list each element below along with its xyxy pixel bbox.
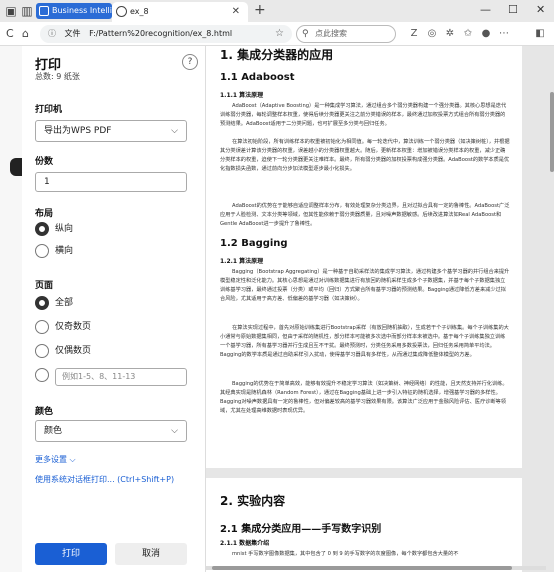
color-select[interactable]: 颜色 ⌵ <box>35 420 187 442</box>
pages-even-radio[interactable]: 仅偶数页 <box>35 344 91 360</box>
layout-portrait-radio[interactable]: 纵向 <box>35 222 73 238</box>
pages-odd-label: 仅奇数页 <box>55 322 92 332</box>
app-menu-icon[interactable]: ▣ <box>4 4 18 18</box>
browser-toolbar: C ⌂ ⓘ 文件 F:/Pattern%20recognition/ex_8.h… <box>0 22 554 46</box>
doc-section-adaboost: 1.1 Adaboost <box>220 72 295 83</box>
chevron-down-icon: ⌵ <box>171 426 178 436</box>
file-info-icon: ⓘ <box>48 29 56 38</box>
radio-dot <box>35 222 49 236</box>
close-tab-icon[interactable]: ✕ <box>232 2 240 22</box>
home-icon[interactable]: ⌂ <box>22 27 29 40</box>
doc-paragraph: mnist 手写数字图像数据集，其中包含了 0 到 9 的手写数字的灰度图像，每… <box>232 551 459 557</box>
tab-actions-icon[interactable]: ▥ <box>20 4 34 18</box>
doc-subsection: 1.2.1 算法原理 <box>220 258 264 265</box>
pages-range-input[interactable]: 例如1-5、8、11-13 <box>55 368 187 386</box>
printer-select[interactable]: 导出为WPS PDF ⌵ <box>35 120 187 142</box>
maximize-button[interactable]: ☐ <box>508 3 518 16</box>
doc-paragraph: 在算法实现过程中，首先对原始训练集进行Bootstrap采样（有放回随机抽取），… <box>220 325 509 358</box>
globe-icon <box>116 6 127 17</box>
cancel-button[interactable]: 取消 <box>115 543 187 565</box>
doc-heading-1: 1. 集成分类器的应用 <box>220 48 334 62</box>
extension-icon[interactable]: ◎ <box>426 28 438 40</box>
favorite-star-icon[interactable]: ☆ <box>275 25 284 43</box>
doc-paragraph: Bagging的优势在于简单高效，能够有效提升不稳定学习算法（如决策树、神经网络… <box>220 381 508 414</box>
tab-business-intelligence[interactable]: Business Intelligence <box>36 3 112 19</box>
favorites-icon[interactable]: ✩ <box>462 28 474 40</box>
profile-icon[interactable]: ● <box>480 28 492 40</box>
pages-custom-radio[interactable]: 例如1-5、8、11-13 <box>35 368 187 386</box>
puzzle-icon[interactable]: ✲ <box>444 28 456 40</box>
layout-landscape-radio[interactable]: 横向 <box>35 244 73 260</box>
vertical-scrollbar[interactable] <box>550 50 554 564</box>
more-menu-icon[interactable]: ⋯ <box>498 28 510 40</box>
background-page-edge <box>0 46 22 572</box>
layout-landscape-label: 横向 <box>55 246 74 256</box>
tab-bi-label: Business Intelligence <box>52 6 112 15</box>
tab-ex8-label: ex_8 <box>130 7 149 16</box>
new-tab-button[interactable]: + <box>254 2 266 18</box>
search-icon: ⚲ <box>302 29 309 39</box>
pages-all-label: 全部 <box>55 298 74 308</box>
chevron-down-icon: ⌵ <box>171 126 178 136</box>
doc-section-bagging: 1.2 Bagging <box>220 238 288 249</box>
print-total: 总数: 9 纸张 <box>35 72 80 81</box>
layout-label: 布局 <box>35 209 54 219</box>
color-value: 颜色 <box>44 426 63 436</box>
scroll-thumb[interactable] <box>550 92 554 172</box>
address-bar[interactable]: ⓘ 文件 F:/Pattern%20recognition/ex_8.html … <box>40 25 292 43</box>
doc-paragraph: 在算法初始阶段，所有训练样本的权重被初始化为相同值。每一轮迭代中，算法训练一个弱… <box>220 139 510 172</box>
horizontal-scrollbar[interactable] <box>206 566 546 570</box>
doc-paragraph: AdaBoost（Adaptive Boosting）是一种集成学习算法，通过组… <box>220 103 507 127</box>
tab-group-icon <box>39 6 49 16</box>
preview-page-2: 2. 实验内容 2.1 集成分类应用——手写数字识别 2.1.1 数据集介绍 m… <box>206 478 522 572</box>
more-settings-link[interactable]: 更多设置 ⌵ <box>35 454 76 465</box>
radio-dot <box>35 296 49 310</box>
search-box[interactable]: ⚲ 点此搜索 <box>296 25 396 43</box>
doc-subsection: 2.1.1 数据集介绍 <box>220 540 270 547</box>
doc-paragraph: Bagging（Bootstrap Aggregating）是一种基于自助采样法… <box>220 269 510 302</box>
radio-dot <box>35 368 49 382</box>
doc-subsection: 1.1.1 算法原理 <box>220 92 264 99</box>
search-placeholder: 点此搜索 <box>315 29 347 38</box>
doc-paragraph: AdaBoost的优势在于能够自适应调整样本分布，有效处理复杂分类边界，且对过拟… <box>220 203 510 227</box>
printer-value: 导出为WPS PDF <box>44 126 112 136</box>
radio-dot <box>35 320 49 334</box>
pages-odd-radio[interactable]: 仅奇数页 <box>35 320 91 336</box>
print-preview[interactable]: 1. 集成分类器的应用 1.1 Adaboost 1.1.1 算法原理 AdaB… <box>206 46 554 572</box>
scroll-thumb[interactable] <box>212 566 512 570</box>
copies-label: 份数 <box>35 157 54 167</box>
extension-z-icon[interactable]: Z <box>408 28 420 40</box>
radio-dot <box>35 344 49 358</box>
title-bar: ▣ ▥ Business Intelligence ex_8 ✕ + — ☐ ✕ <box>0 0 554 22</box>
background-avatar <box>10 158 22 176</box>
preview-page-1: 1. 集成分类器的应用 1.1 Adaboost 1.1.1 算法原理 AdaB… <box>206 46 522 468</box>
back-icon[interactable]: C <box>6 27 14 40</box>
radio-dot <box>35 244 49 258</box>
pages-even-label: 仅偶数页 <box>55 346 92 356</box>
color-label: 颜色 <box>35 407 54 417</box>
printer-label: 打印机 <box>35 105 63 115</box>
pages-label: 页面 <box>35 281 54 291</box>
copies-input[interactable]: 1 <box>35 172 187 192</box>
address-prefix: 文件 <box>64 29 81 38</box>
close-window-button[interactable]: ✕ <box>536 3 545 16</box>
pages-all-radio[interactable]: 全部 <box>35 296 73 312</box>
sidebar-icon[interactable]: ◧ <box>534 28 546 40</box>
layout-portrait-label: 纵向 <box>55 224 74 234</box>
print-dialog: 打印 总数: 9 纸张 ? 打印机 导出为WPS PDF ⌵ 份数 1 布局 纵… <box>22 46 206 572</box>
doc-section-handwriting: 2.1 集成分类应用——手写数字识别 <box>220 524 382 535</box>
minimize-button[interactable]: — <box>480 3 491 16</box>
doc-heading-2: 2. 实验内容 <box>220 494 286 508</box>
system-dialog-link[interactable]: 使用系统对话框打印... (Ctrl+Shift+P) <box>35 474 174 485</box>
address-text: F:/Pattern%20recognition/ex_8.html <box>89 29 233 38</box>
help-icon[interactable]: ? <box>182 54 198 70</box>
print-button[interactable]: 打印 <box>35 543 107 565</box>
tab-ex8[interactable]: ex_8 ✕ <box>112 2 248 22</box>
